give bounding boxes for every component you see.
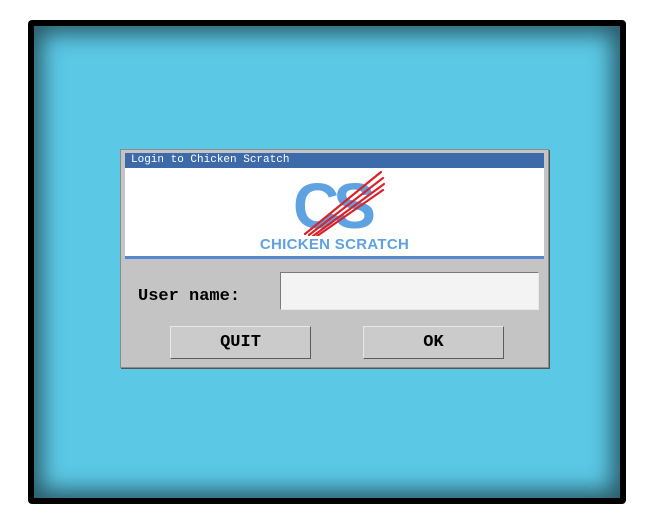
chicken-scratch-logo-icon: CS (293, 170, 385, 236)
ok-button[interactable]: OK (363, 326, 504, 359)
dialog-title: Login to Chicken Scratch (125, 153, 544, 168)
logo-mark: CS (293, 170, 374, 236)
logo-caption: CHICKEN SCRATCH (259, 236, 410, 253)
username-input[interactable] (280, 272, 539, 310)
logo-banner: CS CHICKEN SCRATCH (125, 168, 544, 259)
login-dialog: Login to Chicken Scratch CS CHICKEN SCRA… (120, 149, 549, 368)
quit-button[interactable]: QUIT (170, 326, 311, 359)
username-label: User name: (138, 287, 241, 306)
